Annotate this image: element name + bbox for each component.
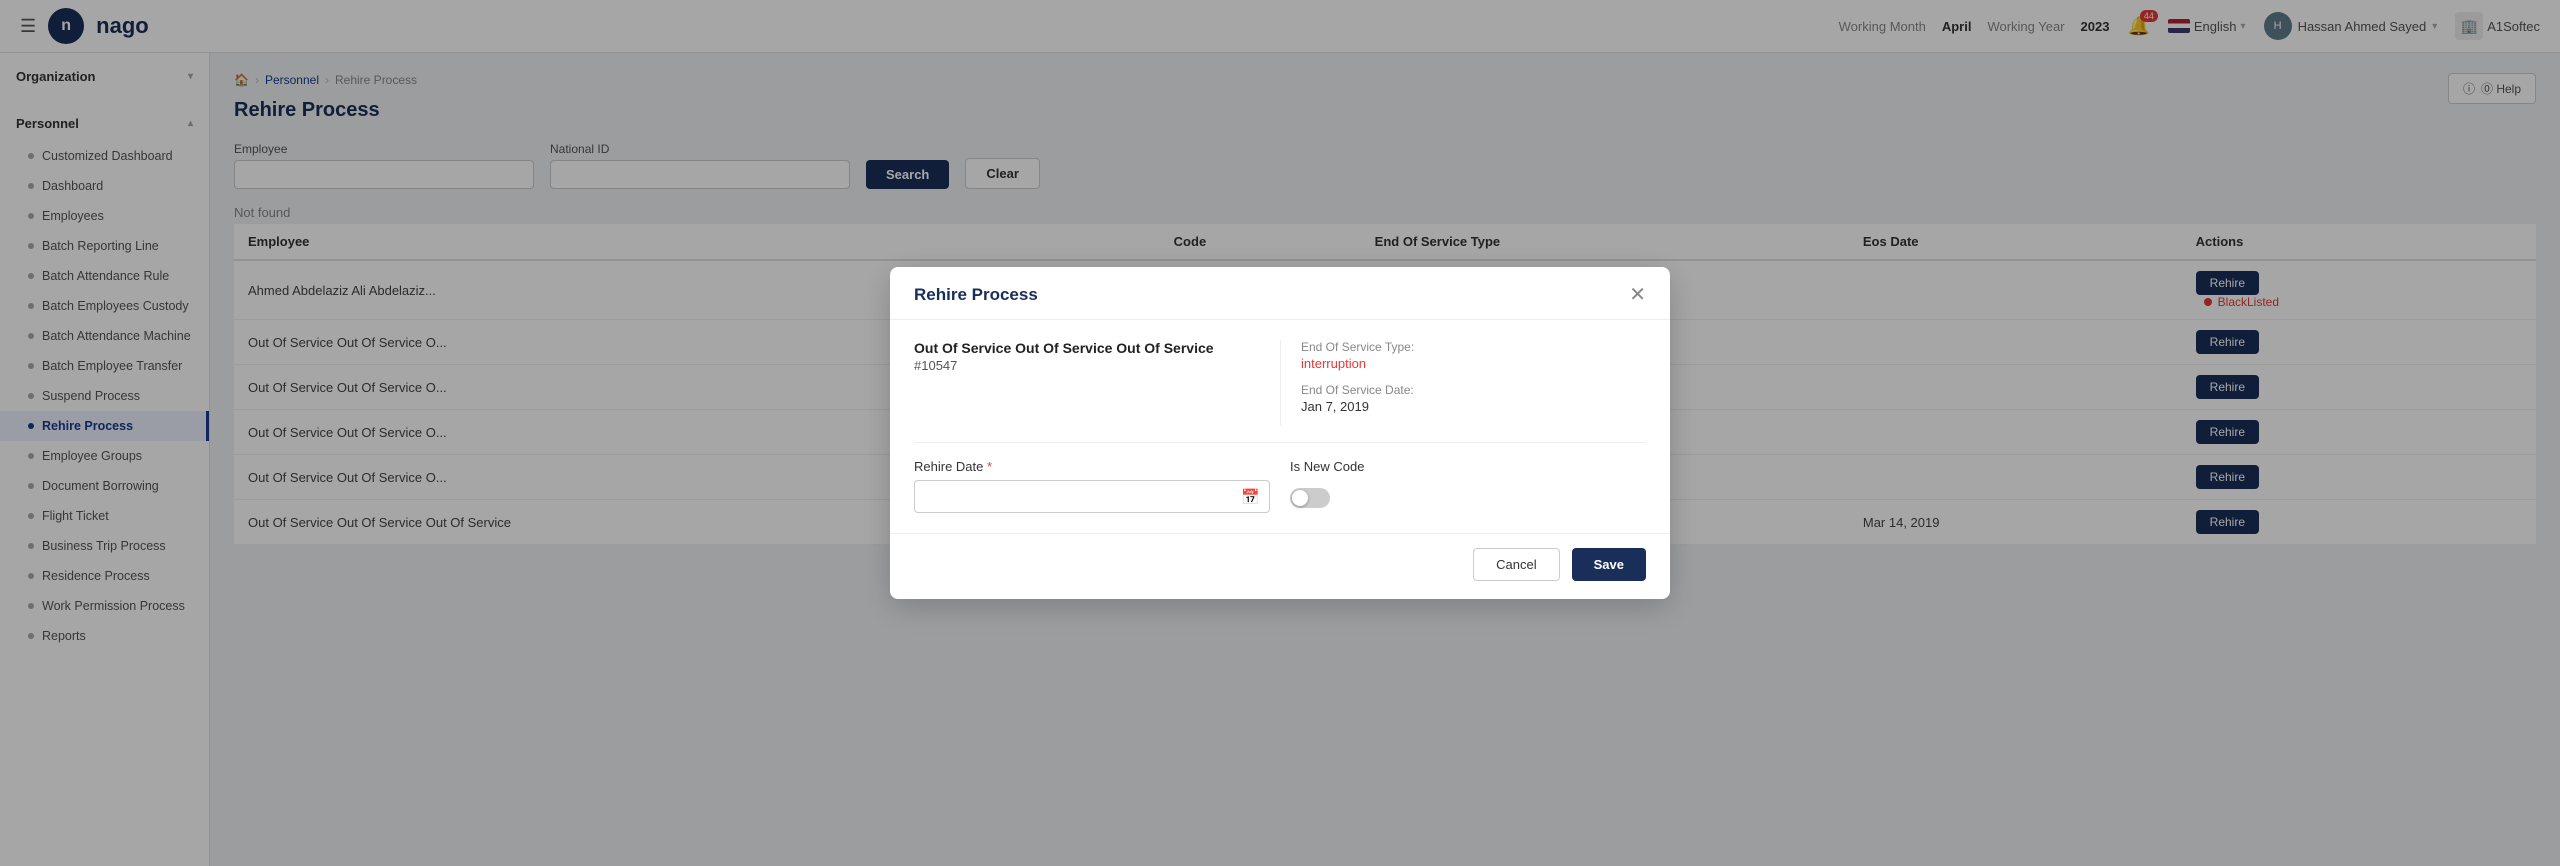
save-button[interactable]: Save xyxy=(1572,548,1646,581)
is-new-code-label: Is New Code xyxy=(1290,459,1646,474)
rehire-date-label: Rehire Date * xyxy=(914,459,1270,474)
eos-type-label: End Of Service Type: xyxy=(1301,340,1646,354)
is-new-code-toggle[interactable] xyxy=(1290,488,1330,508)
eos-date-value: Jan 7, 2019 xyxy=(1301,399,1646,414)
required-indicator: * xyxy=(987,459,992,474)
date-input-wrap: 📅 xyxy=(914,480,1270,513)
rehire-date-input[interactable] xyxy=(914,480,1270,513)
modal-info-grid: Out Of Service Out Of Service Out Of Ser… xyxy=(914,340,1646,426)
modal-overlay: Rehire Process ✕ Out Of Service Out Of S… xyxy=(0,0,2560,866)
modal-title: Rehire Process xyxy=(914,285,1038,305)
toggle-knob xyxy=(1292,490,1308,506)
toggle-wrap xyxy=(1290,488,1646,508)
modal-header: Rehire Process ✕ xyxy=(890,267,1670,320)
eos-date-label: End Of Service Date: xyxy=(1301,383,1646,397)
cancel-button[interactable]: Cancel xyxy=(1473,548,1559,581)
modal-service-info: End Of Service Type: interruption End Of… xyxy=(1280,340,1646,426)
eos-type-value: interruption xyxy=(1301,356,1646,371)
modal-employee-info: Out Of Service Out Of Service Out Of Ser… xyxy=(914,340,1280,426)
calendar-icon[interactable]: 📅 xyxy=(1241,488,1260,506)
is-new-code-group: Is New Code xyxy=(1290,459,1646,513)
modal-form-row: Rehire Date * 📅 Is New Code xyxy=(914,459,1646,513)
modal-body: Out Of Service Out Of Service Out Of Ser… xyxy=(890,320,1670,533)
modal-divider xyxy=(914,442,1646,443)
modal-employee-name: Out Of Service Out Of Service Out Of Ser… xyxy=(914,340,1260,356)
rehire-date-group: Rehire Date * 📅 xyxy=(914,459,1270,513)
modal-close-button[interactable]: ✕ xyxy=(1629,285,1646,305)
modal-footer: Cancel Save xyxy=(890,533,1670,599)
modal-employee-code: #10547 xyxy=(914,358,1260,373)
rehire-modal: Rehire Process ✕ Out Of Service Out Of S… xyxy=(890,267,1670,599)
